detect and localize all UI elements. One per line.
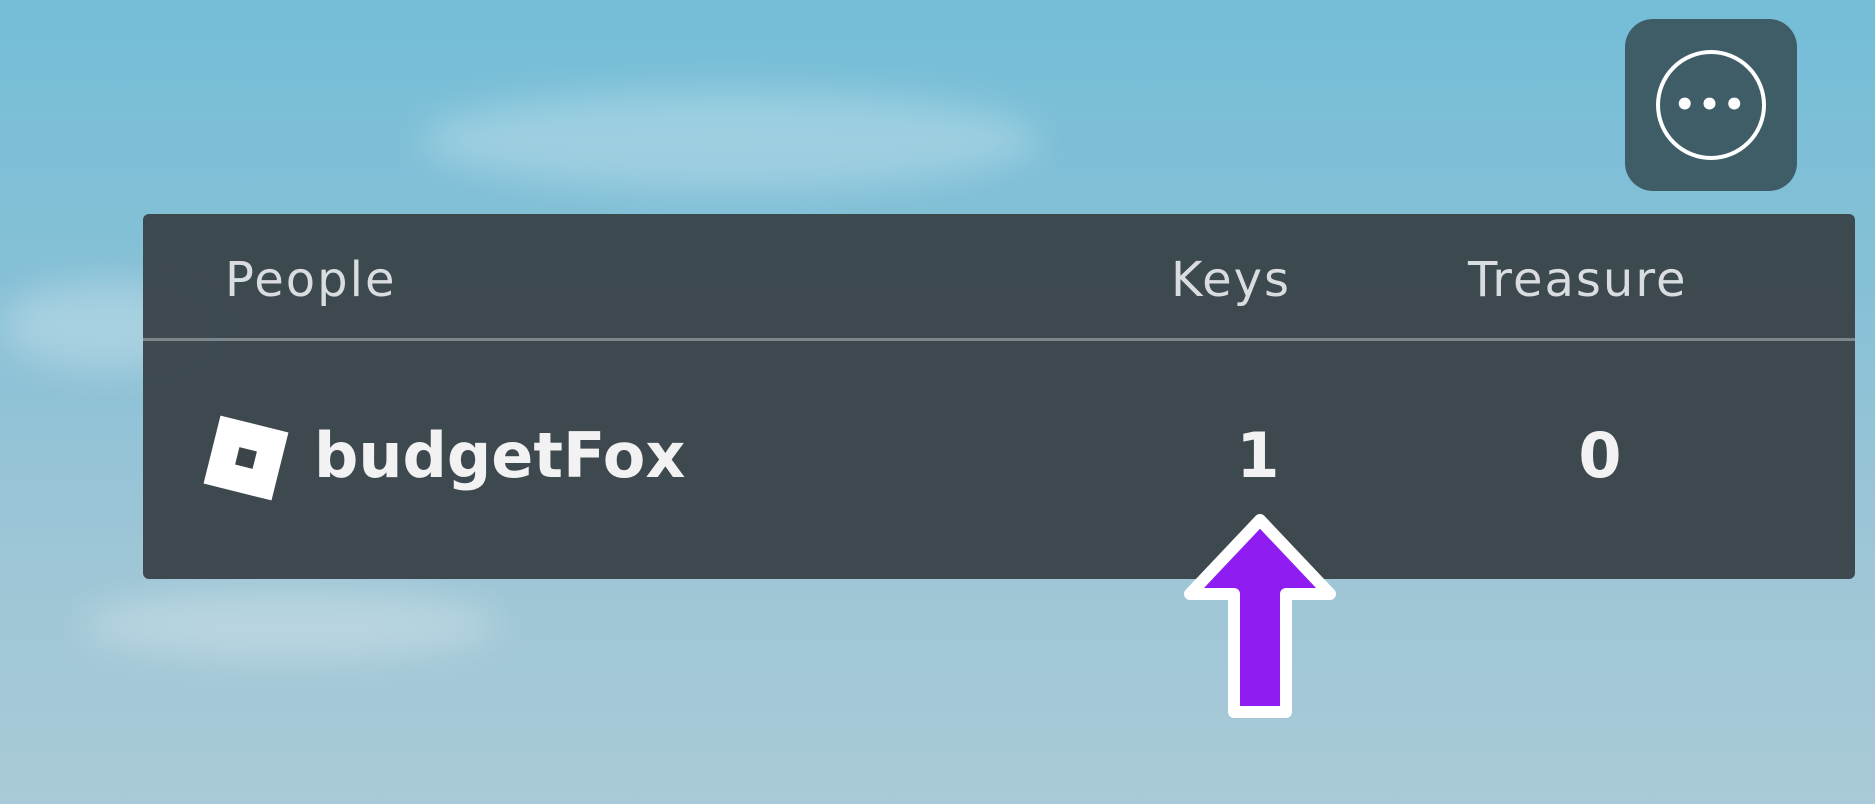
leaderboard-header: People Keys Treasure bbox=[143, 214, 1855, 341]
treasure-value: 0 bbox=[1578, 419, 1622, 492]
up-arrow-icon bbox=[1184, 514, 1336, 718]
keys-header: Keys bbox=[1171, 252, 1292, 308]
player-leaderboard: People Keys Treasure budgetFox 1 0 bbox=[143, 214, 1855, 579]
player-row[interactable]: budgetFox 1 0 bbox=[143, 341, 1855, 579]
roblox-logo-icon bbox=[203, 415, 289, 501]
player-name: budgetFox bbox=[314, 419, 686, 492]
more-options-icon: ••• bbox=[1656, 50, 1766, 160]
sky-cloud bbox=[420, 90, 1040, 190]
keys-value: 1 bbox=[1236, 419, 1280, 492]
people-header: People bbox=[225, 252, 397, 308]
treasure-header: Treasure bbox=[1468, 252, 1688, 308]
more-options-button[interactable]: ••• bbox=[1625, 19, 1797, 191]
sky-cloud bbox=[80, 590, 500, 660]
